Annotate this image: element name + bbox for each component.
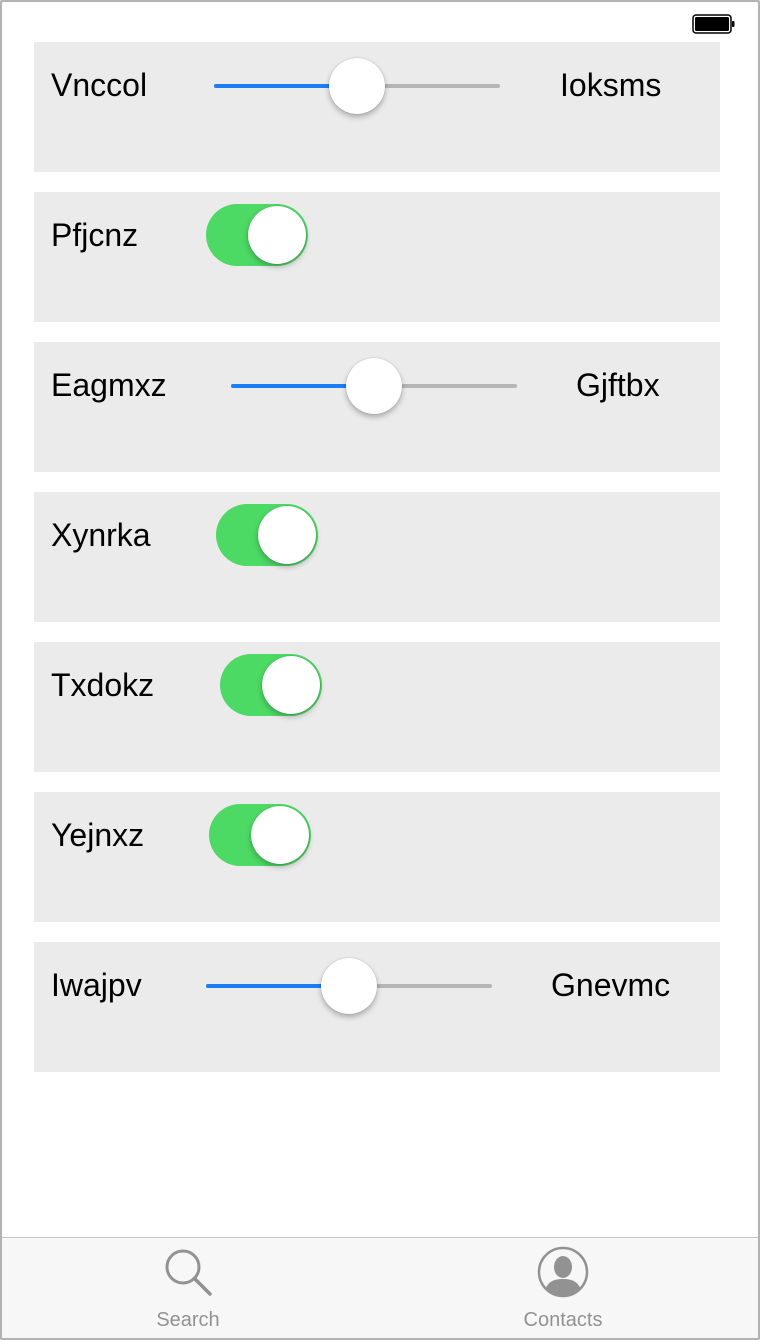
toggle-row-pfjcnz: Pfjcnz: [34, 192, 720, 322]
toggle-knob: [258, 506, 316, 564]
toggle-switch-pfjcnz[interactable]: [206, 204, 308, 266]
app-screen: Vnccol Ioksms Pfjcnz Eagmxz Gjftbx Xynrk…: [0, 0, 760, 1340]
search-icon: [165, 1249, 212, 1296]
toggle-switch-xynrka[interactable]: [216, 504, 318, 566]
slider-max-label: Gjftbx: [576, 367, 660, 403]
tab-search[interactable]: Search: [88, 1238, 288, 1338]
toggle-label: Xynrka: [51, 517, 151, 553]
slider-min-label: Eagmxz: [51, 367, 167, 403]
slider-max-label: Gnevmc: [551, 967, 671, 1003]
slider-row-eagmxz: Eagmxz Gjftbx: [34, 342, 720, 472]
toggle-knob: [262, 656, 320, 714]
toggle-label: Yejnxz: [51, 817, 145, 853]
toggle-switch-yejnxz[interactable]: [209, 804, 311, 866]
toggle-label: Pfjcnz: [51, 217, 139, 253]
battery-icon: [692, 14, 735, 34]
toggle-knob: [248, 206, 306, 264]
tab-search-label: Search: [156, 1309, 220, 1331]
toggle-switch-txdokz[interactable]: [220, 654, 322, 716]
toggle-row-xynrka: Xynrka: [34, 492, 720, 622]
slider-row-vnccol: Vnccol Ioksms: [34, 42, 720, 172]
toggle-label: Txdokz: [51, 667, 155, 703]
slider-thumb[interactable]: [346, 358, 402, 414]
toggle-row-txdokz: Txdokz: [34, 642, 720, 772]
slider-row-iwajpv: Iwajpv Gnevmc: [34, 942, 720, 1072]
tab-contacts-label: Contacts: [523, 1309, 603, 1331]
toggle-knob: [251, 806, 309, 864]
slider-thumb[interactable]: [329, 58, 385, 114]
toggle-row-yejnxz: Yejnxz: [34, 792, 720, 922]
slider-vnccol[interactable]: [214, 56, 500, 116]
slider-min-label: Iwajpv: [51, 967, 142, 1003]
contacts-icon: [537, 1246, 589, 1298]
tab-bar: Search Contacts: [2, 1237, 758, 1338]
slider-min-label: Vnccol: [51, 67, 148, 103]
slider-max-label: Ioksms: [560, 67, 662, 103]
slider-eagmxz[interactable]: [231, 356, 517, 416]
tab-contacts[interactable]: Contacts: [463, 1238, 663, 1338]
slider-thumb[interactable]: [321, 958, 377, 1014]
slider-iwajpv[interactable]: [206, 956, 492, 1016]
